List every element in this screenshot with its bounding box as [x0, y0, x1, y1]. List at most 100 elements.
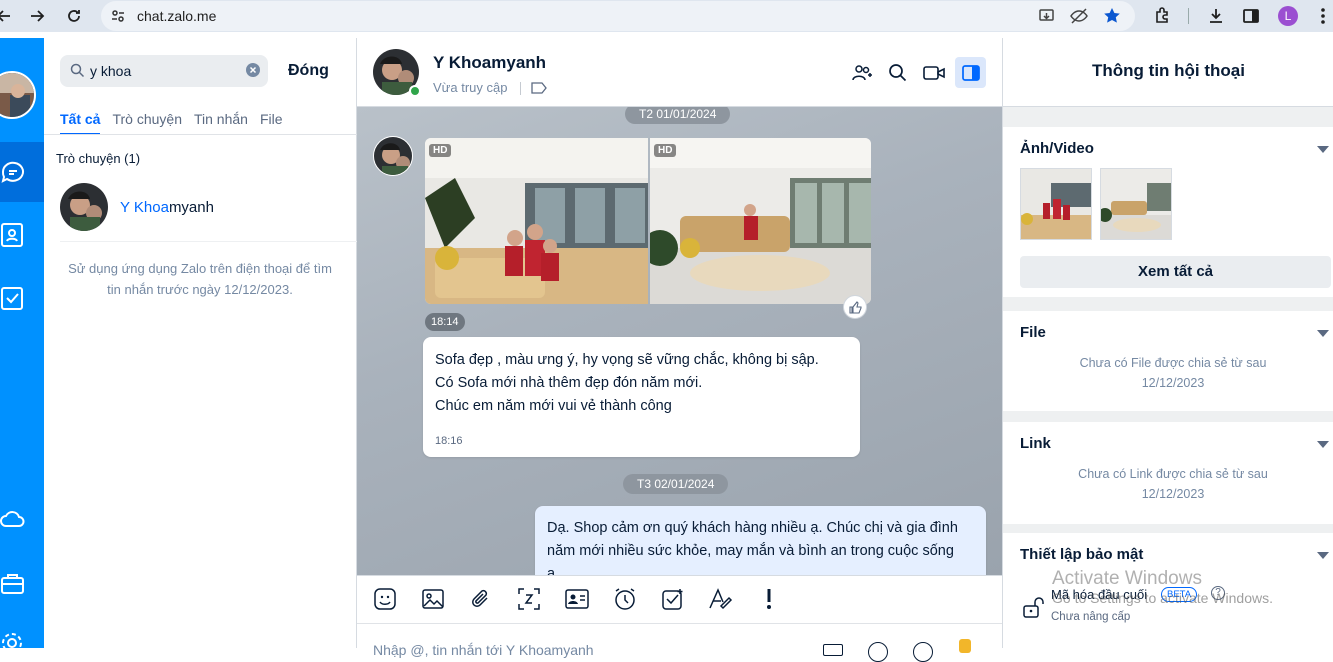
settings-gear-icon[interactable] — [0, 630, 26, 656]
message-line: Dạ. Shop cảm ơn quý khách hàng nhiều ạ. … — [547, 520, 958, 536]
chevron-down-icon[interactable] — [1316, 439, 1330, 449]
unlock-icon — [1022, 596, 1044, 623]
quick-like-icon[interactable] — [959, 639, 971, 653]
download-icon[interactable] — [1206, 6, 1226, 26]
upgrade-status: Chưa nâng cấp — [1051, 611, 1131, 623]
windows-activation-title: Activate Windows — [1052, 568, 1202, 589]
tab-all[interactable]: Tất cả — [60, 111, 101, 135]
forward-arrow-icon[interactable] — [27, 6, 47, 26]
eye-off-icon[interactable] — [1069, 7, 1089, 30]
task-icon[interactable] — [660, 586, 686, 612]
result-contact-name: Y Khoamyanh — [120, 199, 214, 216]
chevron-down-icon[interactable] — [1316, 144, 1330, 154]
search-tabs: Tất cả Trò chuyện Tin nhắn File — [60, 111, 283, 135]
file-empty-note: Chưa có File được chia sẻ từ sau 12/12/2… — [1079, 356, 1267, 390]
search-icon — [70, 63, 85, 83]
link-empty-note: Chưa có Link được chia sẻ từ sau 12/12/2… — [1078, 467, 1268, 501]
sticker-icon[interactable] — [372, 586, 398, 612]
like-reaction-icon[interactable] — [843, 295, 867, 319]
label-tag-icon[interactable] — [531, 81, 547, 100]
status-divider — [520, 82, 521, 95]
urgent-mark-icon[interactable] — [756, 586, 782, 612]
shared-photo-2[interactable]: HD — [650, 138, 871, 304]
navigation-rail — [0, 38, 44, 653]
message-line: Sofa đẹp , màu ưng ý, hy vọng sẽ vững ch… — [435, 352, 819, 368]
chevron-down-icon[interactable] — [1316, 328, 1330, 338]
install-app-icon[interactable] — [1038, 7, 1056, 30]
chat-contact-name[interactable]: Y Khoamyanh — [433, 53, 546, 73]
search-history-note: Sử dụng ứng dụng Zalo trên điện thoại để… — [68, 261, 332, 297]
search-input[interactable] — [90, 63, 240, 79]
toggle-info-panel-icon[interactable] — [955, 57, 986, 88]
address-bar[interactable]: chat.zalo.me — [101, 1, 1135, 31]
date-separator-2: T3 02/01/2024 — [623, 474, 729, 494]
back-arrow-icon[interactable] — [0, 6, 14, 26]
sender-avatar[interactable] — [373, 136, 413, 176]
bookmark-star-icon[interactable] — [1102, 6, 1122, 31]
briefcase-icon[interactable] — [0, 571, 26, 597]
contacts-icon[interactable] — [0, 222, 26, 248]
date-separator: T2 01/01/2024 — [625, 107, 731, 124]
online-dot — [409, 85, 421, 97]
info-header: Thông tin hội thoại — [1003, 38, 1333, 107]
site-settings-icon[interactable] — [110, 8, 126, 29]
reload-icon[interactable] — [64, 6, 84, 26]
message-input[interactable]: Nhập @, tin nhắn tới Y Khoamyanh — [373, 642, 594, 658]
photo-timestamp: 18:14 — [425, 313, 465, 331]
media-thumbnail-2[interactable] — [1100, 168, 1172, 240]
received-message[interactable]: Sofa đẹp , màu ưng ý, hy vọng sẽ vững ch… — [423, 337, 860, 457]
sent-message[interactable]: Dạ. Shop cảm ơn quý khách hàng nhiều ạ. … — [535, 506, 986, 575]
extensions-icon[interactable] — [1152, 6, 1172, 26]
search-box[interactable] — [60, 55, 268, 87]
media-section-title[interactable]: Ảnh/Video — [1020, 140, 1094, 157]
side-panel-icon[interactable] — [1241, 6, 1261, 26]
contact-card-icon[interactable] — [564, 586, 590, 612]
cloud-icon[interactable] — [0, 507, 26, 533]
text-format-icon[interactable] — [708, 586, 734, 612]
conversation-info-panel: Thông tin hội thoại Ảnh/Video Xem tất cả… — [1002, 38, 1333, 648]
search-result-item[interactable]: Y Khoamyanh — [44, 178, 357, 240]
search-chat-icon[interactable] — [885, 60, 911, 86]
contact-avatar — [60, 183, 108, 231]
result-divider — [60, 241, 357, 242]
profile-avatar[interactable]: L — [1278, 6, 1298, 26]
chat-bubble-icon[interactable] — [0, 159, 26, 185]
tab-messages[interactable]: Tin nhắn — [194, 111, 248, 135]
results-section-title: Trò chuyện (1) — [56, 151, 141, 166]
message-composer: Nhập @, tin nhắn tới Y Khoamyanh — [357, 575, 1002, 662]
windows-activation-subtitle: Go to Settings to activate Windows. — [1052, 590, 1273, 606]
message-list[interactable]: T2 01/01/2024 HD HD 18:14 Sofa đẹp , màu… — [357, 107, 1002, 575]
chevron-down-icon[interactable] — [1316, 550, 1330, 560]
tab-conversations[interactable]: Trò chuyện — [112, 111, 182, 135]
message-timestamp: 18:16 — [435, 435, 463, 447]
info-title: Thông tin hội thoại — [1092, 61, 1245, 80]
browser-menu-icon[interactable] — [1313, 6, 1333, 26]
tab-files[interactable]: File — [260, 111, 283, 135]
emoji-icon[interactable] — [868, 642, 888, 662]
reminder-clock-icon[interactable] — [612, 586, 638, 612]
quick-message-icon[interactable] — [823, 644, 843, 656]
mention-icon[interactable] — [913, 642, 933, 662]
security-section-title[interactable]: Thiết lập bảo mật — [1020, 546, 1143, 563]
file-section-title[interactable]: File — [1020, 324, 1046, 341]
media-thumbnail-1[interactable] — [1020, 168, 1092, 240]
shared-photo-1[interactable]: HD — [425, 138, 648, 304]
image-icon[interactable] — [420, 586, 446, 612]
close-search-button[interactable]: Đóng — [288, 62, 329, 80]
user-avatar[interactable] — [0, 71, 36, 119]
tabs-divider — [44, 134, 357, 135]
see-all-media-button[interactable]: Xem tất cả — [1020, 256, 1331, 288]
message-line: ạ — [547, 566, 556, 575]
attachment-clip-icon[interactable] — [468, 586, 494, 612]
screenshot-icon[interactable] — [516, 586, 542, 612]
chat-window: Y Khoamyanh Vừa truy cập T2 01/01/2024 H… — [357, 38, 1002, 662]
name-highlight: Y Khoa — [120, 199, 169, 216]
composer-divider — [357, 623, 1002, 624]
video-call-icon[interactable] — [921, 60, 947, 86]
todo-checkbox-icon[interactable] — [0, 286, 26, 312]
link-section-title[interactable]: Link — [1020, 435, 1051, 452]
media-section: Ảnh/Video Xem tất cả — [1003, 127, 1333, 297]
add-to-group-icon[interactable] — [849, 60, 875, 86]
chat-header: Y Khoamyanh Vừa truy cập — [357, 38, 1002, 107]
clear-search-icon[interactable] — [246, 63, 260, 82]
